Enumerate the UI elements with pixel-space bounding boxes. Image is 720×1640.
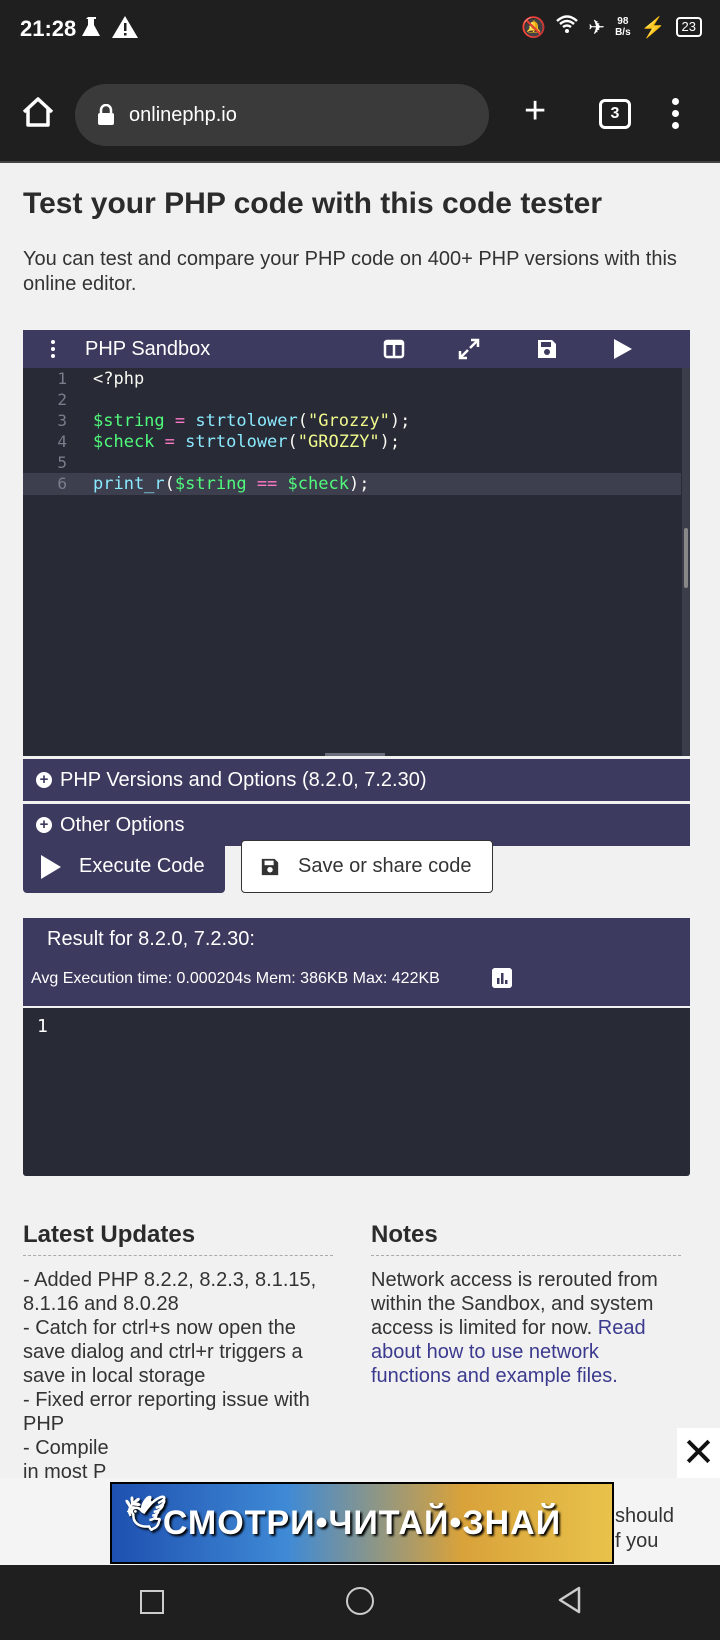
- chart-icon[interactable]: [492, 968, 512, 988]
- status-time: 21:28: [20, 16, 77, 41]
- system-nav-bar: [0, 1565, 720, 1640]
- editor-scrollbar[interactable]: [682, 368, 690, 756]
- line-number: 3: [57, 411, 67, 430]
- ad-banner[interactable]: 🕊 СМОТРИ•ЧИТАЙ•ЗНАЙ: [110, 1482, 614, 1564]
- plus-circle-icon: +: [36, 772, 52, 788]
- notes-trailing-text: f you: [615, 1530, 659, 1552]
- wifi-icon: [556, 14, 579, 40]
- code-text: <?php: [93, 369, 145, 389]
- result-output: 1: [23, 1008, 690, 1176]
- php-versions-toggle[interactable]: + PHP Versions and Options (8.2.0, 7.2.3…: [23, 759, 690, 801]
- code-line: 1 <?php: [23, 368, 681, 390]
- updates-text: - Added PHP 8.2.2, 8.2.3, 8.1.15, 8.1.16…: [23, 1269, 317, 1483]
- tab-switcher-button[interactable]: 3: [599, 99, 631, 129]
- dove-icon: 🕊: [124, 1495, 169, 1533]
- flask-warning-icon: [82, 16, 138, 38]
- info-columns: Latest Updates - Added PHP 8.2.2, 8.2.3,…: [23, 1221, 690, 1484]
- page-content: Test your PHP code with this code tester…: [23, 161, 690, 1483]
- line-number: 4: [57, 432, 67, 451]
- result-title: Result for 8.2.0, 7.2.30:: [47, 928, 255, 950]
- save-icon[interactable]: [536, 338, 558, 360]
- notes-text: Network access is rerouted from within t…: [371, 1269, 658, 1387]
- result-header: Result for 8.2.0, 7.2.30: Avg Execution …: [23, 918, 690, 1006]
- notification-icons: [80, 14, 140, 46]
- execution-stats: Avg Execution time: 0.000204s Mem: 386KB…: [31, 970, 440, 987]
- new-tab-icon[interactable]: +: [524, 92, 546, 130]
- code-text: $check = strtolower("GROZZY");: [93, 432, 401, 452]
- mute-icon: 🔕: [521, 16, 547, 39]
- back-icon[interactable]: [556, 1585, 582, 1615]
- split-view-icon[interactable]: [383, 338, 405, 360]
- browser-menu-icon[interactable]: [672, 98, 680, 134]
- result-panel: Result for 8.2.0, 7.2.30: Avg Execution …: [23, 918, 690, 1176]
- save-icon: [261, 858, 279, 875]
- plus-circle-icon: +: [36, 817, 52, 833]
- browser-toolbar: onlinephp.io + 3: [0, 64, 720, 163]
- airplane-icon: ✈: [588, 16, 606, 39]
- sandbox-title: PHP Sandbox: [85, 337, 211, 360]
- lock-icon: [98, 104, 114, 125]
- close-ad-icon[interactable]: ✕: [677, 1428, 720, 1478]
- php-versions-label: PHP Versions and Options (8.2.0, 7.2.30): [60, 768, 427, 791]
- sandbox-header: PHP Sandbox: [23, 330, 690, 368]
- notes-heading: Notes: [371, 1221, 681, 1256]
- fullscreen-icon[interactable]: [458, 338, 480, 360]
- updates-heading: Latest Updates: [23, 1221, 333, 1256]
- recents-icon[interactable]: [140, 1590, 164, 1614]
- action-buttons: Execute Code Save or share code: [23, 840, 493, 893]
- ad-text: СМОТРИ•ЧИТАЙ•ЗНАЙ: [162, 1503, 562, 1542]
- code-editor[interactable]: 1 <?php 2 3 $string = strtolower("Grozzy…: [23, 368, 690, 756]
- code-line-active: 6 print_r($string == $check);: [23, 473, 681, 495]
- code-line: 3 $string = strtolower("Grozzy");: [23, 410, 681, 432]
- url-text: onlinephp.io: [129, 103, 237, 126]
- other-options-label: Other Options: [60, 813, 185, 836]
- sandbox-menu-icon[interactable]: [49, 337, 57, 361]
- notes: Notes Network access is rerouted from wi…: [371, 1221, 681, 1484]
- net-speed: 98 B/s: [615, 16, 631, 38]
- page-intro: You can test and compare your PHP code o…: [23, 248, 677, 295]
- charging-icon: ⚡: [640, 16, 666, 39]
- execute-code-button[interactable]: Execute Code: [23, 840, 225, 893]
- editor-resize-handle[interactable]: [325, 753, 385, 756]
- home-nav-icon[interactable]: [346, 1587, 374, 1615]
- output-text: 1: [37, 1016, 48, 1037]
- run-icon[interactable]: [611, 338, 633, 360]
- line-number: 1: [57, 369, 67, 388]
- code-line: 4 $check = strtolower("GROZZY");: [23, 431, 681, 453]
- home-icon[interactable]: [20, 94, 56, 130]
- line-number: 6: [57, 474, 67, 493]
- latest-updates: Latest Updates - Added PHP 8.2.2, 8.2.3,…: [23, 1221, 333, 1484]
- code-line: 5: [23, 452, 681, 474]
- address-bar[interactable]: onlinephp.io: [75, 84, 489, 146]
- play-icon: [41, 854, 61, 879]
- status-bar: 21:28 🔕 ✈ 98 B/s ⚡ 23: [0, 0, 720, 64]
- code-line: 2: [23, 389, 681, 411]
- page-title: Test your PHP code with this code tester: [23, 187, 603, 220]
- battery-indicator: 23: [675, 17, 702, 37]
- code-text: print_r($string == $check);: [93, 474, 370, 494]
- notes-trailing-text: should: [615, 1505, 674, 1527]
- line-number: 2: [57, 390, 67, 409]
- php-sandbox: PHP Sandbox 1 <?php 2 3 $string = strtol…: [23, 330, 690, 846]
- save-share-button[interactable]: Save or share code: [241, 840, 493, 893]
- system-icons: 🔕 ✈ 98 B/s ⚡ 23: [521, 14, 702, 40]
- line-number: 5: [57, 453, 67, 472]
- code-text: $string = strtolower("Grozzy");: [93, 411, 411, 431]
